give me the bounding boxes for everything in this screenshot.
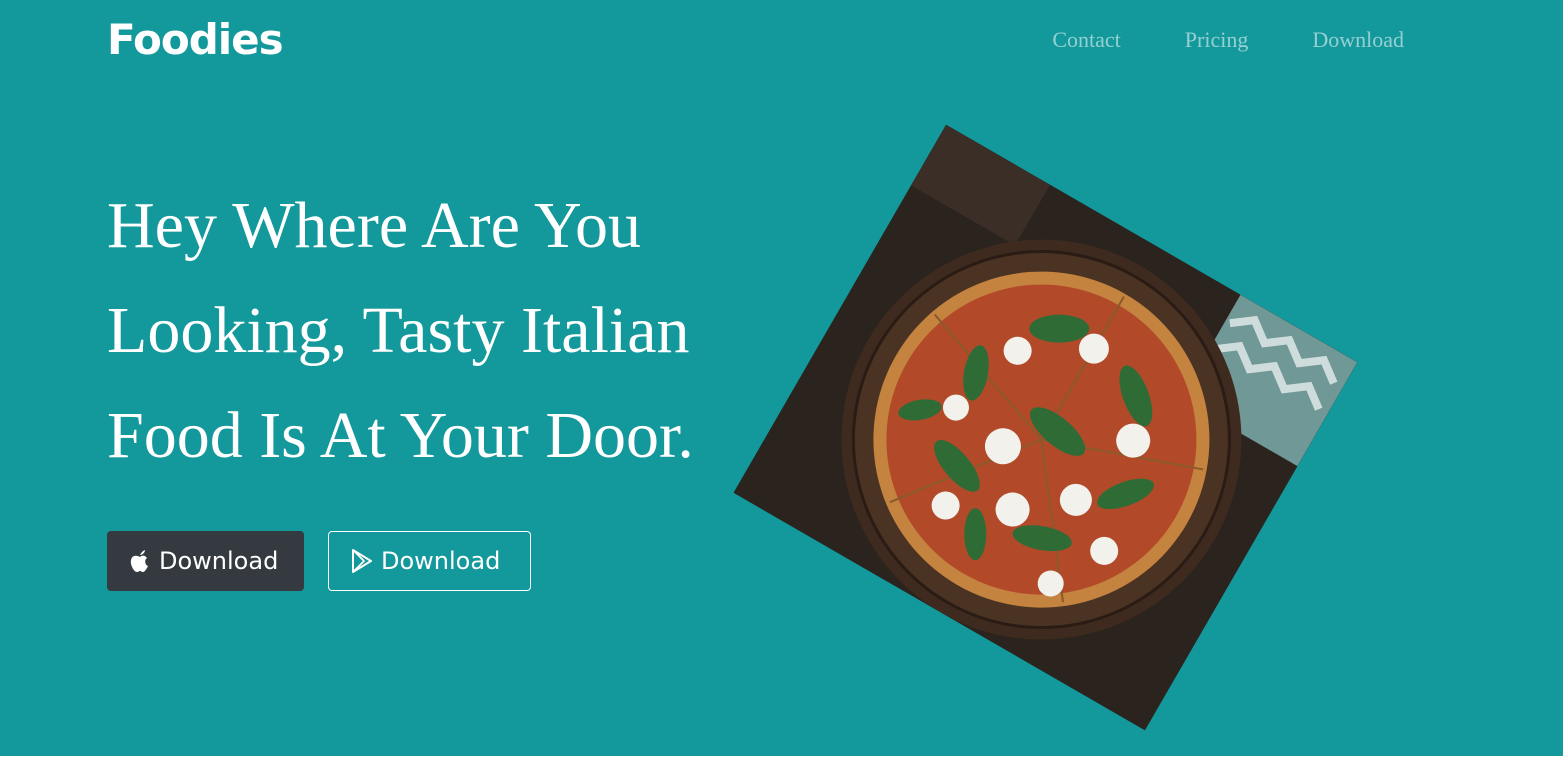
- headline-line-2: Looking, Tasty Italian: [107, 294, 690, 367]
- nav-contact-link[interactable]: Contact: [1052, 26, 1120, 54]
- nav-download-link[interactable]: Download: [1312, 26, 1404, 54]
- brand-logo[interactable]: Foodies: [107, 12, 284, 68]
- hero-section: Foodies Contact Pricing Download Hey Whe…: [0, 0, 1563, 756]
- hero-headline: Hey Where Are You Looking, Tasty Italian…: [107, 173, 827, 488]
- pizza-illustration: [733, 124, 1358, 731]
- apple-download-label: Download: [159, 547, 279, 575]
- play-download-button[interactable]: Download: [328, 531, 531, 591]
- headline-line-1: Hey Where Are You: [107, 189, 642, 262]
- play-download-label: Download: [381, 547, 501, 575]
- apple-icon: [127, 548, 153, 574]
- pizza-photo: [733, 124, 1358, 731]
- headline-line-3: Food Is At Your Door.: [107, 399, 694, 472]
- apple-download-button[interactable]: Download: [107, 531, 304, 591]
- play-store-icon: [349, 548, 375, 574]
- nav-pricing-link[interactable]: Pricing: [1185, 26, 1249, 54]
- top-nav: Contact Pricing Download: [1052, 26, 1404, 54]
